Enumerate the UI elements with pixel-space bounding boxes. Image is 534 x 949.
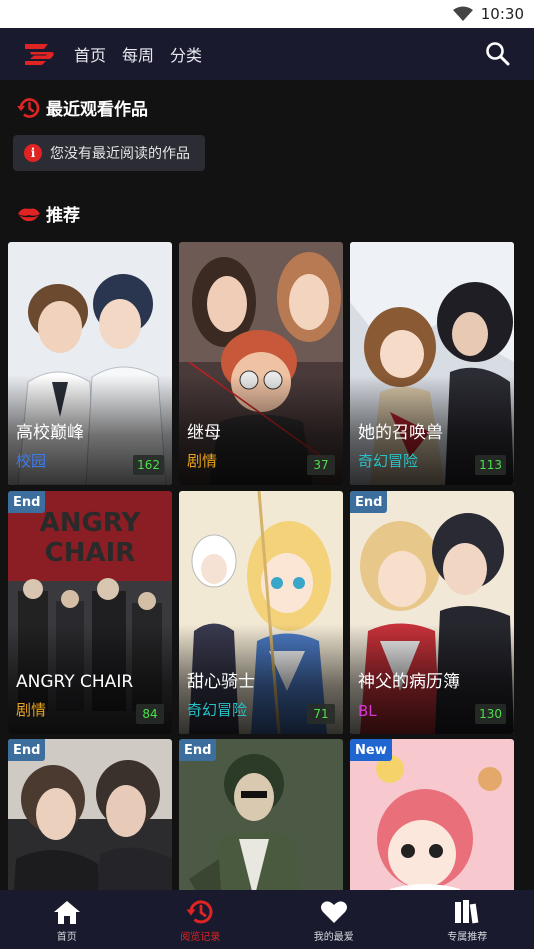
status-time: 10:30: [480, 5, 524, 23]
heart-icon: [319, 898, 349, 926]
tab-recommended[interactable]: 专属推荐: [401, 890, 534, 949]
info-icon: i: [24, 144, 42, 162]
comic-card[interactable]: End 神父的病历簿 BL 130: [350, 491, 514, 734]
lips-icon: [16, 203, 42, 225]
tab-home[interactable]: 首页: [0, 890, 134, 949]
nav-link-category[interactable]: 分类: [170, 42, 202, 66]
tab-label: 我的最爱: [313, 932, 354, 943]
comic-card[interactable]: ANGRY CHAIR End ANGRY CHAIR 剧情 84: [8, 491, 172, 734]
tab-label: 专属推荐: [447, 932, 488, 943]
history-icon: [185, 898, 215, 926]
tab-label: 阅览记录: [180, 932, 221, 943]
recommend-section-title: 推荐: [46, 206, 80, 226]
comic-card[interactable]: 继母 剧情 37: [179, 242, 343, 485]
nav-link-weekly[interactable]: 每周: [122, 42, 154, 66]
recent-section-header: 最近观看作品: [16, 95, 148, 120]
card-episode-count: 130: [475, 704, 506, 724]
card-title: 甜心骑士: [187, 672, 255, 692]
history-icon: [16, 97, 42, 119]
card-status-badge: End: [8, 491, 46, 513]
card-status-badge: End: [179, 739, 217, 761]
home-icon: [52, 898, 82, 926]
top-nav: 首页 每周 分类: [0, 28, 534, 80]
card-title: 继母: [187, 423, 221, 443]
card-genre: 奇幻冒险: [358, 452, 419, 470]
card-genre: 剧情: [16, 701, 47, 719]
card-episode-count: 162: [133, 455, 164, 475]
card-genre: BL: [358, 702, 377, 720]
card-episode-count: 113: [475, 455, 506, 475]
comic-card[interactable]: 高校巅峰 校园 162: [8, 242, 172, 485]
card-episode-count: 37: [307, 455, 335, 475]
nav-link-home[interactable]: 首页: [74, 42, 106, 66]
tab-favorites[interactable]: 我的最爱: [267, 890, 401, 949]
svg-text:CHAIR: CHAIR: [45, 538, 136, 568]
card-episode-count: 71: [307, 704, 335, 724]
recent-empty-notice: i 您没有最近阅读的作品: [13, 135, 205, 171]
svg-text:ANGRY: ANGRY: [40, 508, 142, 538]
recommend-section-header: 推荐: [16, 201, 80, 226]
card-title: 高校巅峰: [16, 423, 84, 443]
search-icon[interactable]: [484, 40, 512, 68]
wifi-icon: [452, 6, 473, 22]
card-title: ANGRY CHAIR: [16, 672, 134, 692]
card-genre: 剧情: [187, 452, 218, 470]
recent-empty-message: 您没有最近阅读的作品: [50, 146, 190, 162]
card-title: 她的召唤兽: [358, 423, 443, 443]
card-status-badge: End: [350, 491, 388, 513]
card-status-badge: End: [8, 739, 46, 761]
card-genre: 校园: [16, 452, 47, 470]
app-screen: 10:30 首页 每周 分类 最近观看作品 i 您没有最近阅读的作品 推荐 高校…: [0, 0, 534, 949]
tab-history[interactable]: 阅览记录: [134, 890, 268, 949]
card-title: 神父的病历簿: [358, 672, 460, 692]
books-icon: [452, 898, 482, 926]
recent-section-title: 最近观看作品: [46, 100, 148, 120]
bottom-tab-bar: 首页 阅览记录 我的最爱 专属推荐: [0, 890, 534, 949]
card-episode-count: 84: [136, 704, 164, 724]
brand-logo-icon[interactable]: [22, 40, 56, 68]
comic-card[interactable]: 她的召唤兽 奇幻冒险 113: [350, 242, 514, 485]
tab-label: 首页: [56, 932, 77, 943]
card-status-badge: New: [350, 739, 392, 761]
status-bar: 10:30: [0, 0, 534, 28]
comic-card[interactable]: 甜心骑士 奇幻冒险 71: [179, 491, 343, 734]
card-genre: 奇幻冒险: [187, 701, 248, 719]
